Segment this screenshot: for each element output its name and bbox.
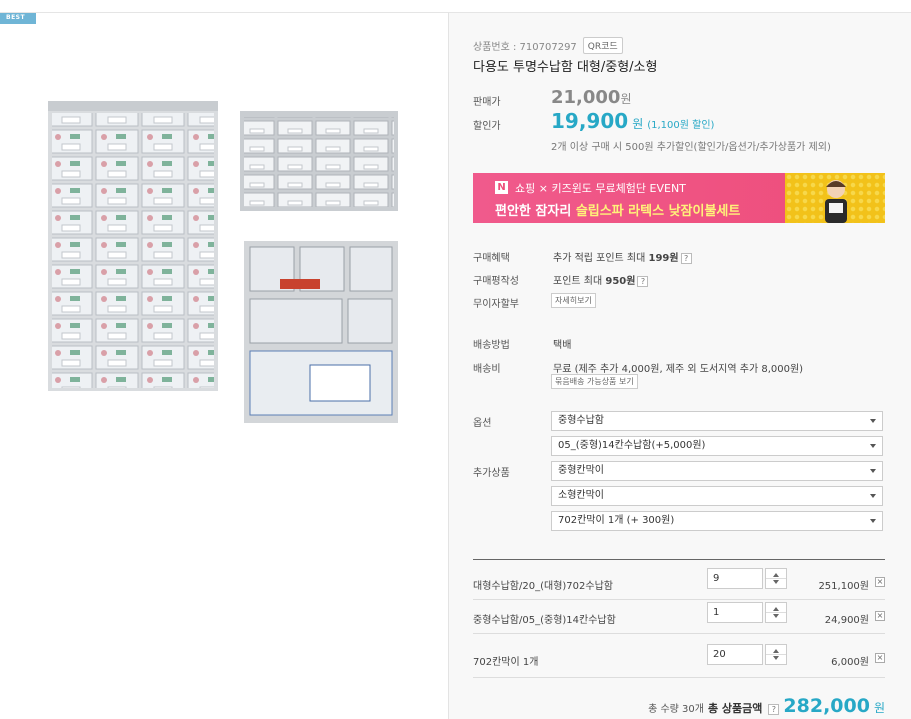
banner-subtitle-prefix: 편안한 잠자리: [495, 204, 576, 219]
original-price: 21,000원: [551, 87, 632, 108]
cart-item-row: 702칸막이 1개 20 6,000원 ×: [473, 641, 885, 675]
discount-price: 19,900 원 (1,100원 할인): [551, 109, 714, 133]
product-image-gallery: [0, 12, 448, 719]
multi-buy-note: 2개 이상 구매 시 500원 추가할인(할인가/옵션가/추가상품가 제외): [551, 142, 831, 153]
quantity-stepper[interactable]: [765, 644, 787, 665]
addon-select-1-value: 중형칸막이: [558, 465, 604, 476]
quantity-input[interactable]: 1: [707, 602, 763, 623]
cart-item-name: 702칸막이 1개: [473, 657, 539, 668]
product-number-text: 상품번호 : 710707297: [473, 42, 577, 53]
shipping-method-label: 배송방법: [473, 340, 510, 351]
product-title: 다용도 투명수납함 대형/중형/소형: [473, 60, 658, 75]
total-summary: 총 수량 30개 총 상품금액 ? 282,000 원: [648, 695, 885, 717]
total-amount: 282,000: [783, 695, 870, 717]
review-desc: 포인트 최대: [553, 276, 606, 287]
stepper-up-icon[interactable]: [773, 573, 779, 577]
total-count: 총 수량 30개: [648, 704, 704, 715]
cart-top-divider: [473, 559, 885, 560]
quantity-input[interactable]: 20: [707, 644, 763, 665]
option-label: 옵션: [473, 418, 492, 429]
n-logo-icon: N: [495, 181, 508, 194]
shipping-method: 택배: [553, 340, 572, 351]
stepper-up-icon[interactable]: [773, 607, 779, 611]
discount-note: (1,100원 할인): [647, 120, 715, 131]
option-select-1[interactable]: 중형수납함: [551, 411, 883, 431]
original-price-won: 원: [620, 92, 632, 106]
review-value: 950원: [605, 276, 636, 287]
purchase-benefit-help-icon[interactable]: ?: [680, 252, 692, 264]
cart-divider: [473, 633, 885, 634]
addon-select-2[interactable]: 소형칸막이: [551, 486, 883, 506]
purchase-benefit-value: 199원: [648, 253, 679, 264]
quantity-stepper[interactable]: [765, 602, 787, 623]
chevron-down-icon: [870, 494, 876, 498]
total-help-icon[interactable]: ?: [768, 704, 780, 715]
quantity-input[interactable]: 9: [707, 568, 763, 589]
review-text: 포인트 최대 950원?: [553, 272, 649, 287]
stepper-down-icon[interactable]: [773, 656, 779, 660]
stepper-divider: [766, 578, 786, 579]
addon-select-3-value: 702칸막이 1개 (+ 300원): [558, 515, 675, 526]
cart-item-row: 중형수납함/05_(중형)14칸수납함 1 24,900원 ×: [473, 599, 885, 633]
banner-subtitle: 편안한 잠자리 슬립스파 라텍스 낮잠이불세트: [495, 200, 740, 219]
addon-select-2-value: 소형칸막이: [558, 490, 604, 501]
installment-label: 무이자할부: [473, 299, 519, 310]
addon-select-1[interactable]: 중형칸막이: [551, 461, 883, 481]
option-select-2-value: 05_(중형)14칸수납함(+5,000원): [558, 440, 706, 451]
option-select-2[interactable]: 05_(중형)14칸수납함(+5,000원): [551, 436, 883, 456]
review-help-icon[interactable]: ?: [637, 275, 649, 287]
addon-label: 추가상품: [473, 468, 510, 479]
qr-code-button[interactable]: QR코드: [582, 37, 623, 54]
option-select-1-value: 중형수납함: [558, 415, 604, 426]
cart-bottom-divider: [473, 677, 885, 678]
purchase-panel: 상품번호 : 710707297 QR코드 다용도 투명수납함 대형/중형/소형…: [448, 12, 911, 719]
cart-item-price: 24,900원: [824, 615, 869, 626]
event-banner[interactable]: N 쇼핑 × 키즈윈도 무료체험단 EVENT 편안한 잠자리 슬립스파 라텍스…: [473, 173, 885, 223]
installment-detail-button[interactable]: 자세히보기: [551, 293, 596, 308]
chevron-down-icon: [870, 519, 876, 523]
child-photo-icon: [825, 180, 847, 223]
total-label: 총 상품금액: [707, 702, 763, 715]
remove-item-icon[interactable]: ×: [875, 577, 885, 587]
original-price-value: 21,000: [551, 87, 621, 108]
cart-item-price: 6,000원: [831, 657, 869, 668]
chevron-down-icon: [870, 469, 876, 473]
sale-price-label: 판매가: [473, 97, 501, 108]
stepper-down-icon[interactable]: [773, 614, 779, 618]
cart-item-row: 대형수납함/20_(대형)702수납함 9 251,100원 ×: [473, 565, 885, 599]
review-label: 구매평작성: [473, 276, 519, 287]
chevron-down-icon: [870, 444, 876, 448]
stepper-divider: [766, 654, 786, 655]
product-number: 상품번호 : 710707297 QR코드: [473, 37, 623, 54]
discount-price-value: 19,900: [551, 109, 629, 133]
cart-item-name: 중형수납함/05_(중형)14칸수납함: [473, 615, 616, 626]
stepper-up-icon[interactable]: [773, 649, 779, 653]
purchase-benefit-desc: 추가 적립 포인트 최대: [553, 253, 649, 264]
discount-price-won: 원: [632, 117, 644, 131]
chevron-down-icon: [870, 419, 876, 423]
cart-item-price: 251,100원: [818, 581, 869, 592]
shipping-fee-label: 배송비: [473, 364, 501, 375]
banner-title: 쇼핑 × 키즈윈도 무료체험단 EVENT: [515, 182, 686, 195]
shipping-fee: 무료 (제주 추가 4,000원, 제주 외 도서지역 추가 8,000원): [553, 364, 804, 375]
cart-item-name: 대형수납함/20_(대형)702수납함: [473, 581, 613, 592]
addon-select-3[interactable]: 702칸막이 1개 (+ 300원): [551, 511, 883, 531]
discount-price-label: 할인가: [473, 121, 501, 132]
banner-subtitle-highlight: 슬립스파 라텍스 낮잠이불세트: [575, 204, 741, 219]
purchase-benefit-text: 추가 적립 포인트 최대 199원?: [553, 249, 692, 264]
remove-item-icon[interactable]: ×: [875, 653, 885, 663]
product-image: [48, 101, 398, 423]
total-won: 원: [873, 701, 885, 715]
quantity-stepper[interactable]: [765, 568, 787, 589]
stepper-down-icon[interactable]: [773, 580, 779, 584]
purchase-benefit-label: 구매혜택: [473, 253, 510, 264]
remove-item-icon[interactable]: ×: [875, 611, 885, 621]
stepper-divider: [766, 612, 786, 613]
bundle-shipping-button[interactable]: 묶음배송 가능상품 보기: [551, 374, 638, 389]
